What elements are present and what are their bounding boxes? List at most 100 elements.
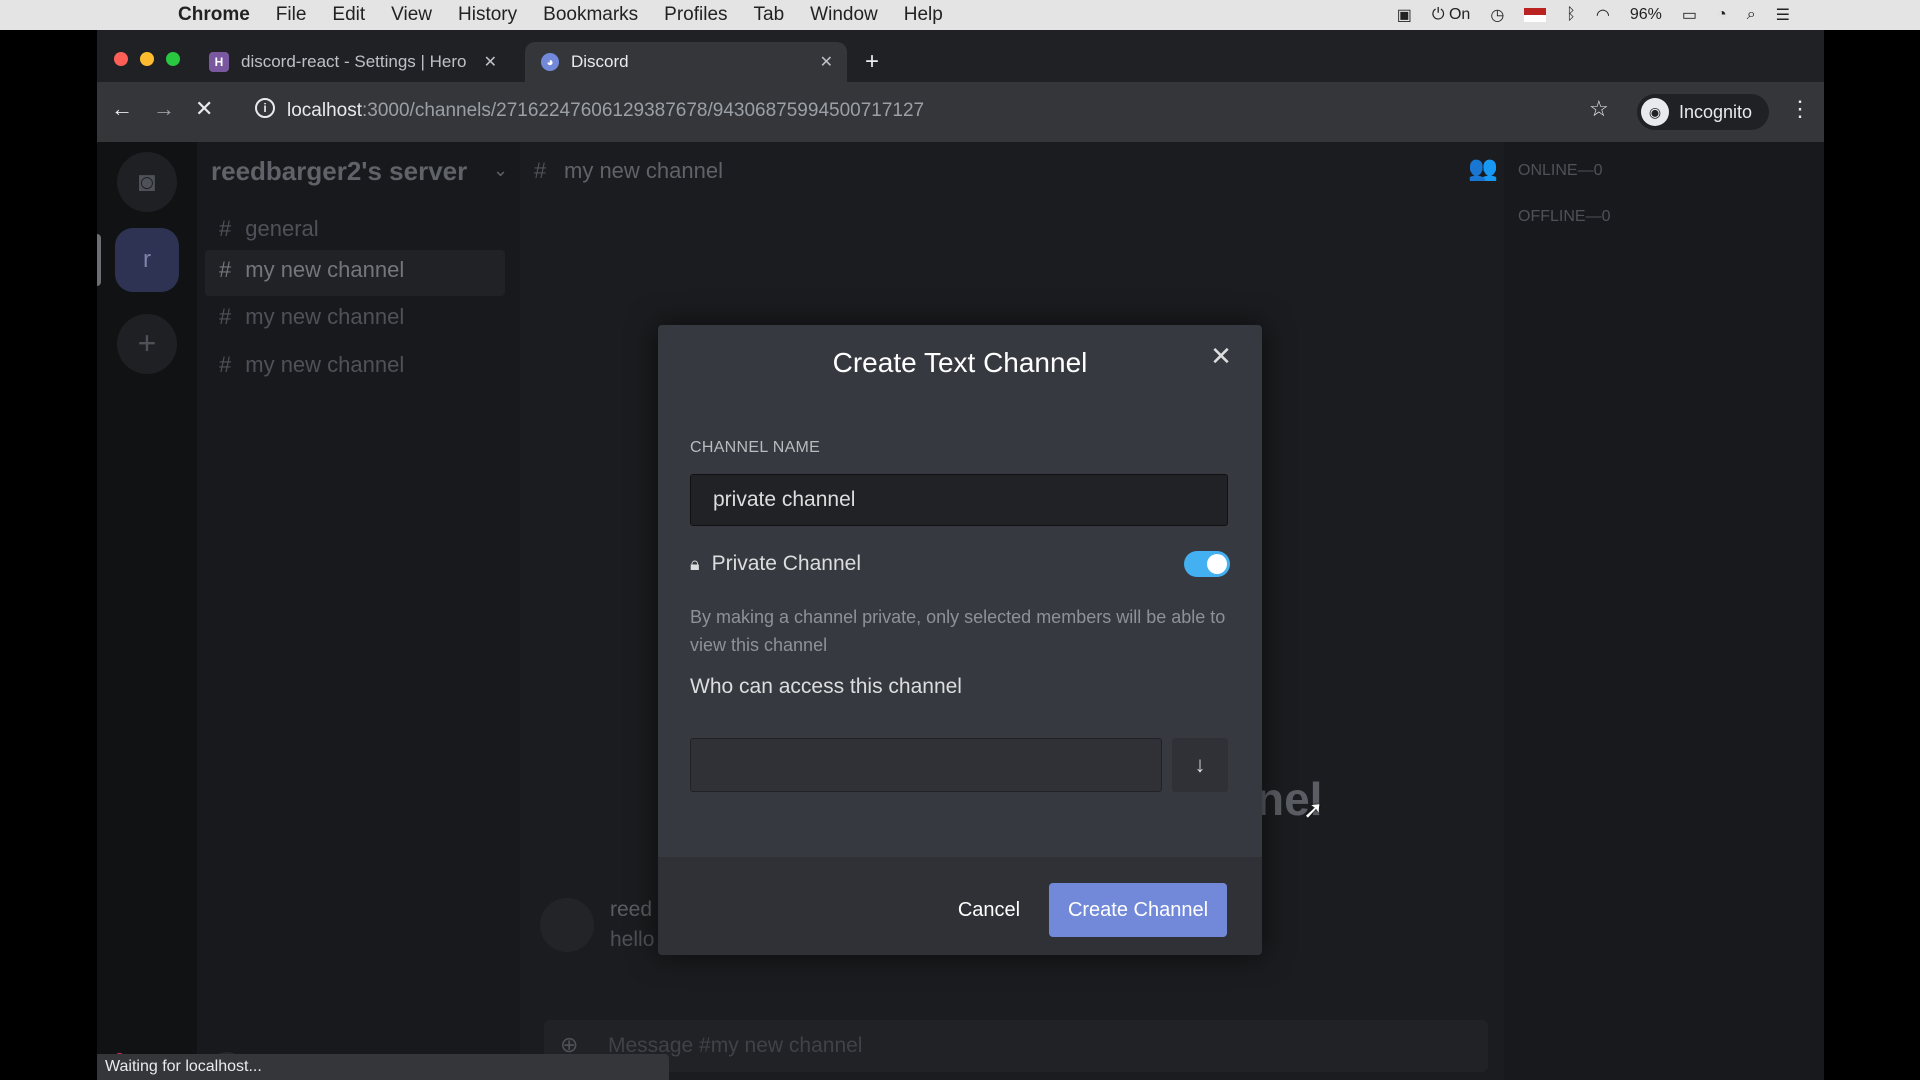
channel-item-general[interactable]: # general — [219, 216, 319, 242]
time-machine-icon[interactable]: ◷ — [1490, 5, 1504, 25]
online-count: ONLINE—0 — [1518, 162, 1603, 179]
maximize-window-button[interactable] — [166, 52, 180, 66]
menu-bookmarks[interactable]: Bookmarks — [543, 4, 638, 26]
clock-icon[interactable]: ◔ — [1717, 6, 1727, 24]
channel-label: my new channel — [245, 257, 405, 282]
menu-help[interactable]: Help — [904, 4, 943, 26]
close-tab-icon[interactable]: ✕ — [484, 52, 497, 72]
cancel-button[interactable]: Cancel — [944, 888, 1034, 932]
modal-footer: Cancel Create Channel — [658, 857, 1262, 955]
modal-title: Create Text Channel — [832, 347, 1088, 378]
menu-profiles[interactable]: Profiles — [664, 4, 727, 26]
menu-edit[interactable]: Edit — [332, 4, 365, 26]
chevron-down-icon[interactable]: ⌄ — [493, 160, 508, 181]
channel-label: my new channel — [245, 352, 405, 377]
channel-label: my new channel — [245, 304, 405, 329]
offline-count: OFFLINE—0 — [1518, 208, 1611, 225]
browser-menu-icon[interactable]: ⋮ — [1789, 96, 1811, 122]
private-channel-row: 🔒︎ Private Channel — [690, 549, 1230, 579]
members-toggle-icon[interactable]: 👥 — [1468, 154, 1498, 183]
new-tab-button[interactable]: + — [865, 48, 879, 76]
bluetooth-icon[interactable]: ᛒ — [1566, 6, 1576, 24]
menu-history[interactable]: History — [458, 4, 517, 26]
bookmark-star-icon[interactable]: ☆ — [1589, 96, 1609, 122]
incognito-label: Incognito — [1679, 101, 1753, 122]
server-icon[interactable]: r — [115, 228, 179, 292]
members-sidebar: ONLINE—0 OFFLINE—0 — [1504, 142, 1824, 1080]
tab-title: discord-react - Settings | Hero — [241, 52, 467, 71]
menu-view[interactable]: View — [391, 4, 432, 26]
menu-app-name[interactable]: Chrome — [178, 4, 250, 26]
wifi-icon[interactable]: ◠ — [1596, 5, 1610, 25]
channel-name-label: CHANNEL NAME — [690, 439, 821, 456]
tab-discord[interactable]: ◕ Discord ✕ — [525, 42, 847, 82]
hash-icon: # — [219, 216, 232, 241]
left-black-bar — [0, 30, 97, 1080]
menu-window[interactable]: Window — [810, 4, 878, 26]
menu-tab[interactable]: Tab — [754, 4, 785, 26]
forward-arrow-icon[interactable]: → — [153, 96, 175, 122]
private-channel-description: By making a channel private, only select… — [690, 607, 1226, 655]
close-icon[interactable]: ✕ — [1206, 341, 1236, 371]
tab-title: Discord — [571, 52, 629, 71]
back-arrow-icon[interactable]: ← — [111, 96, 133, 122]
menu-file[interactable]: File — [276, 4, 307, 26]
right-black-bar — [1824, 30, 1920, 1080]
power-icon[interactable]: ⏻ On — [1432, 6, 1470, 24]
channel-sidebar: reedbarger2's server ⌄ # general # my new … — [197, 142, 520, 1080]
channel-item[interactable]: # my new channel — [219, 304, 404, 330]
notification-center-icon[interactable]: ☰ — [1776, 5, 1790, 25]
server-name[interactable]: reedbarger2's server — [211, 156, 467, 187]
power-status: On — [1448, 6, 1471, 23]
address-bar[interactable]: localhost:3000/channels/2716224760612938… — [287, 100, 924, 122]
channel-hash-icon: # — [534, 158, 547, 183]
incognito-icon: ◉ — [1641, 98, 1669, 126]
url-host: localhost — [287, 100, 362, 121]
stop-loading-icon[interactable]: ✕ — [195, 96, 213, 122]
camera-icon[interactable]: ▣ — [1397, 5, 1412, 25]
create-channel-modal: Create Text Channel ✕ CHANNEL NAME 🔒︎ Pr… — [658, 325, 1262, 955]
dropdown-arrow-icon[interactable]: ↓ — [1172, 738, 1228, 792]
message-composer[interactable]: ⊕ Message #my new channel — [544, 1020, 1488, 1072]
flag-icon[interactable] — [1524, 8, 1547, 22]
browser-window: H discord-react - Settings | Hero ✕ ◕ Di… — [97, 30, 1824, 1080]
mouse-cursor-icon: ➚ — [1303, 797, 1324, 824]
heroku-favicon-icon: H — [209, 52, 229, 72]
battery-icon[interactable]: ▭ — [1682, 5, 1697, 25]
lock-icon: 🔒︎ — [690, 553, 700, 574]
message-author[interactable]: reed — [610, 898, 652, 922]
server-sidebar: ◙ r + ✿ — [97, 142, 197, 1080]
site-info-icon[interactable]: i — [255, 98, 275, 118]
access-label: Who can access this channel — [690, 675, 962, 698]
selected-server-pill — [97, 234, 101, 286]
url-path: :3000/channels/271622476061293876​78/943… — [362, 100, 925, 121]
channel-item[interactable]: # my new channel — [219, 352, 404, 378]
channel-label: general — [245, 216, 319, 241]
battery-percent: 96% — [1629, 6, 1662, 23]
channel-header-title: my new channel — [564, 158, 723, 183]
minimize-window-button[interactable] — [140, 52, 154, 66]
private-channel-label: Private Channel — [711, 552, 861, 575]
browser-toolbar: ← → ✕ i localhost:3000/channels/27162247… — [97, 82, 1824, 142]
tab-heroku-settings[interactable]: H discord-react - Settings | Hero ✕ — [209, 42, 511, 82]
hash-icon: # — [219, 304, 232, 329]
page-viewport: ◙ r + ✿ reedbarger2's server ⌄ # general … — [97, 142, 1824, 1080]
channel-name-input[interactable] — [690, 474, 1228, 526]
hash-icon: # — [219, 257, 232, 282]
tab-strip: H discord-react - Settings | Hero ✕ ◕ Di… — [97, 30, 1824, 82]
member-select-input[interactable] — [690, 738, 1162, 792]
channel-item-selected[interactable]: # my new channel — [219, 257, 404, 283]
spotlight-search-icon[interactable]: ⌕ — [1747, 6, 1756, 24]
close-tab-icon[interactable]: ✕ — [820, 52, 833, 72]
status-icons: ▣ ⏻ On ◷ ᛒ ◠ 96% ▭ ◔ ⌕ ☰ — [1397, 5, 1790, 25]
discord-favicon-icon: ◕ — [541, 53, 559, 71]
discord-home-icon[interactable]: ◙ — [117, 152, 177, 212]
add-server-icon[interactable]: + — [117, 314, 177, 374]
message-avatar[interactable] — [540, 898, 594, 952]
close-window-button[interactable] — [114, 52, 128, 66]
create-channel-button[interactable]: Create Channel — [1049, 883, 1227, 937]
mac-menu-bar: Chrome File Edit View History Bookmarks … — [0, 0, 1920, 30]
private-channel-toggle[interactable] — [1184, 551, 1230, 577]
status-bubble: Waiting for localhost... — [97, 1054, 669, 1080]
incognito-indicator[interactable]: ◉ Incognito — [1637, 94, 1769, 130]
